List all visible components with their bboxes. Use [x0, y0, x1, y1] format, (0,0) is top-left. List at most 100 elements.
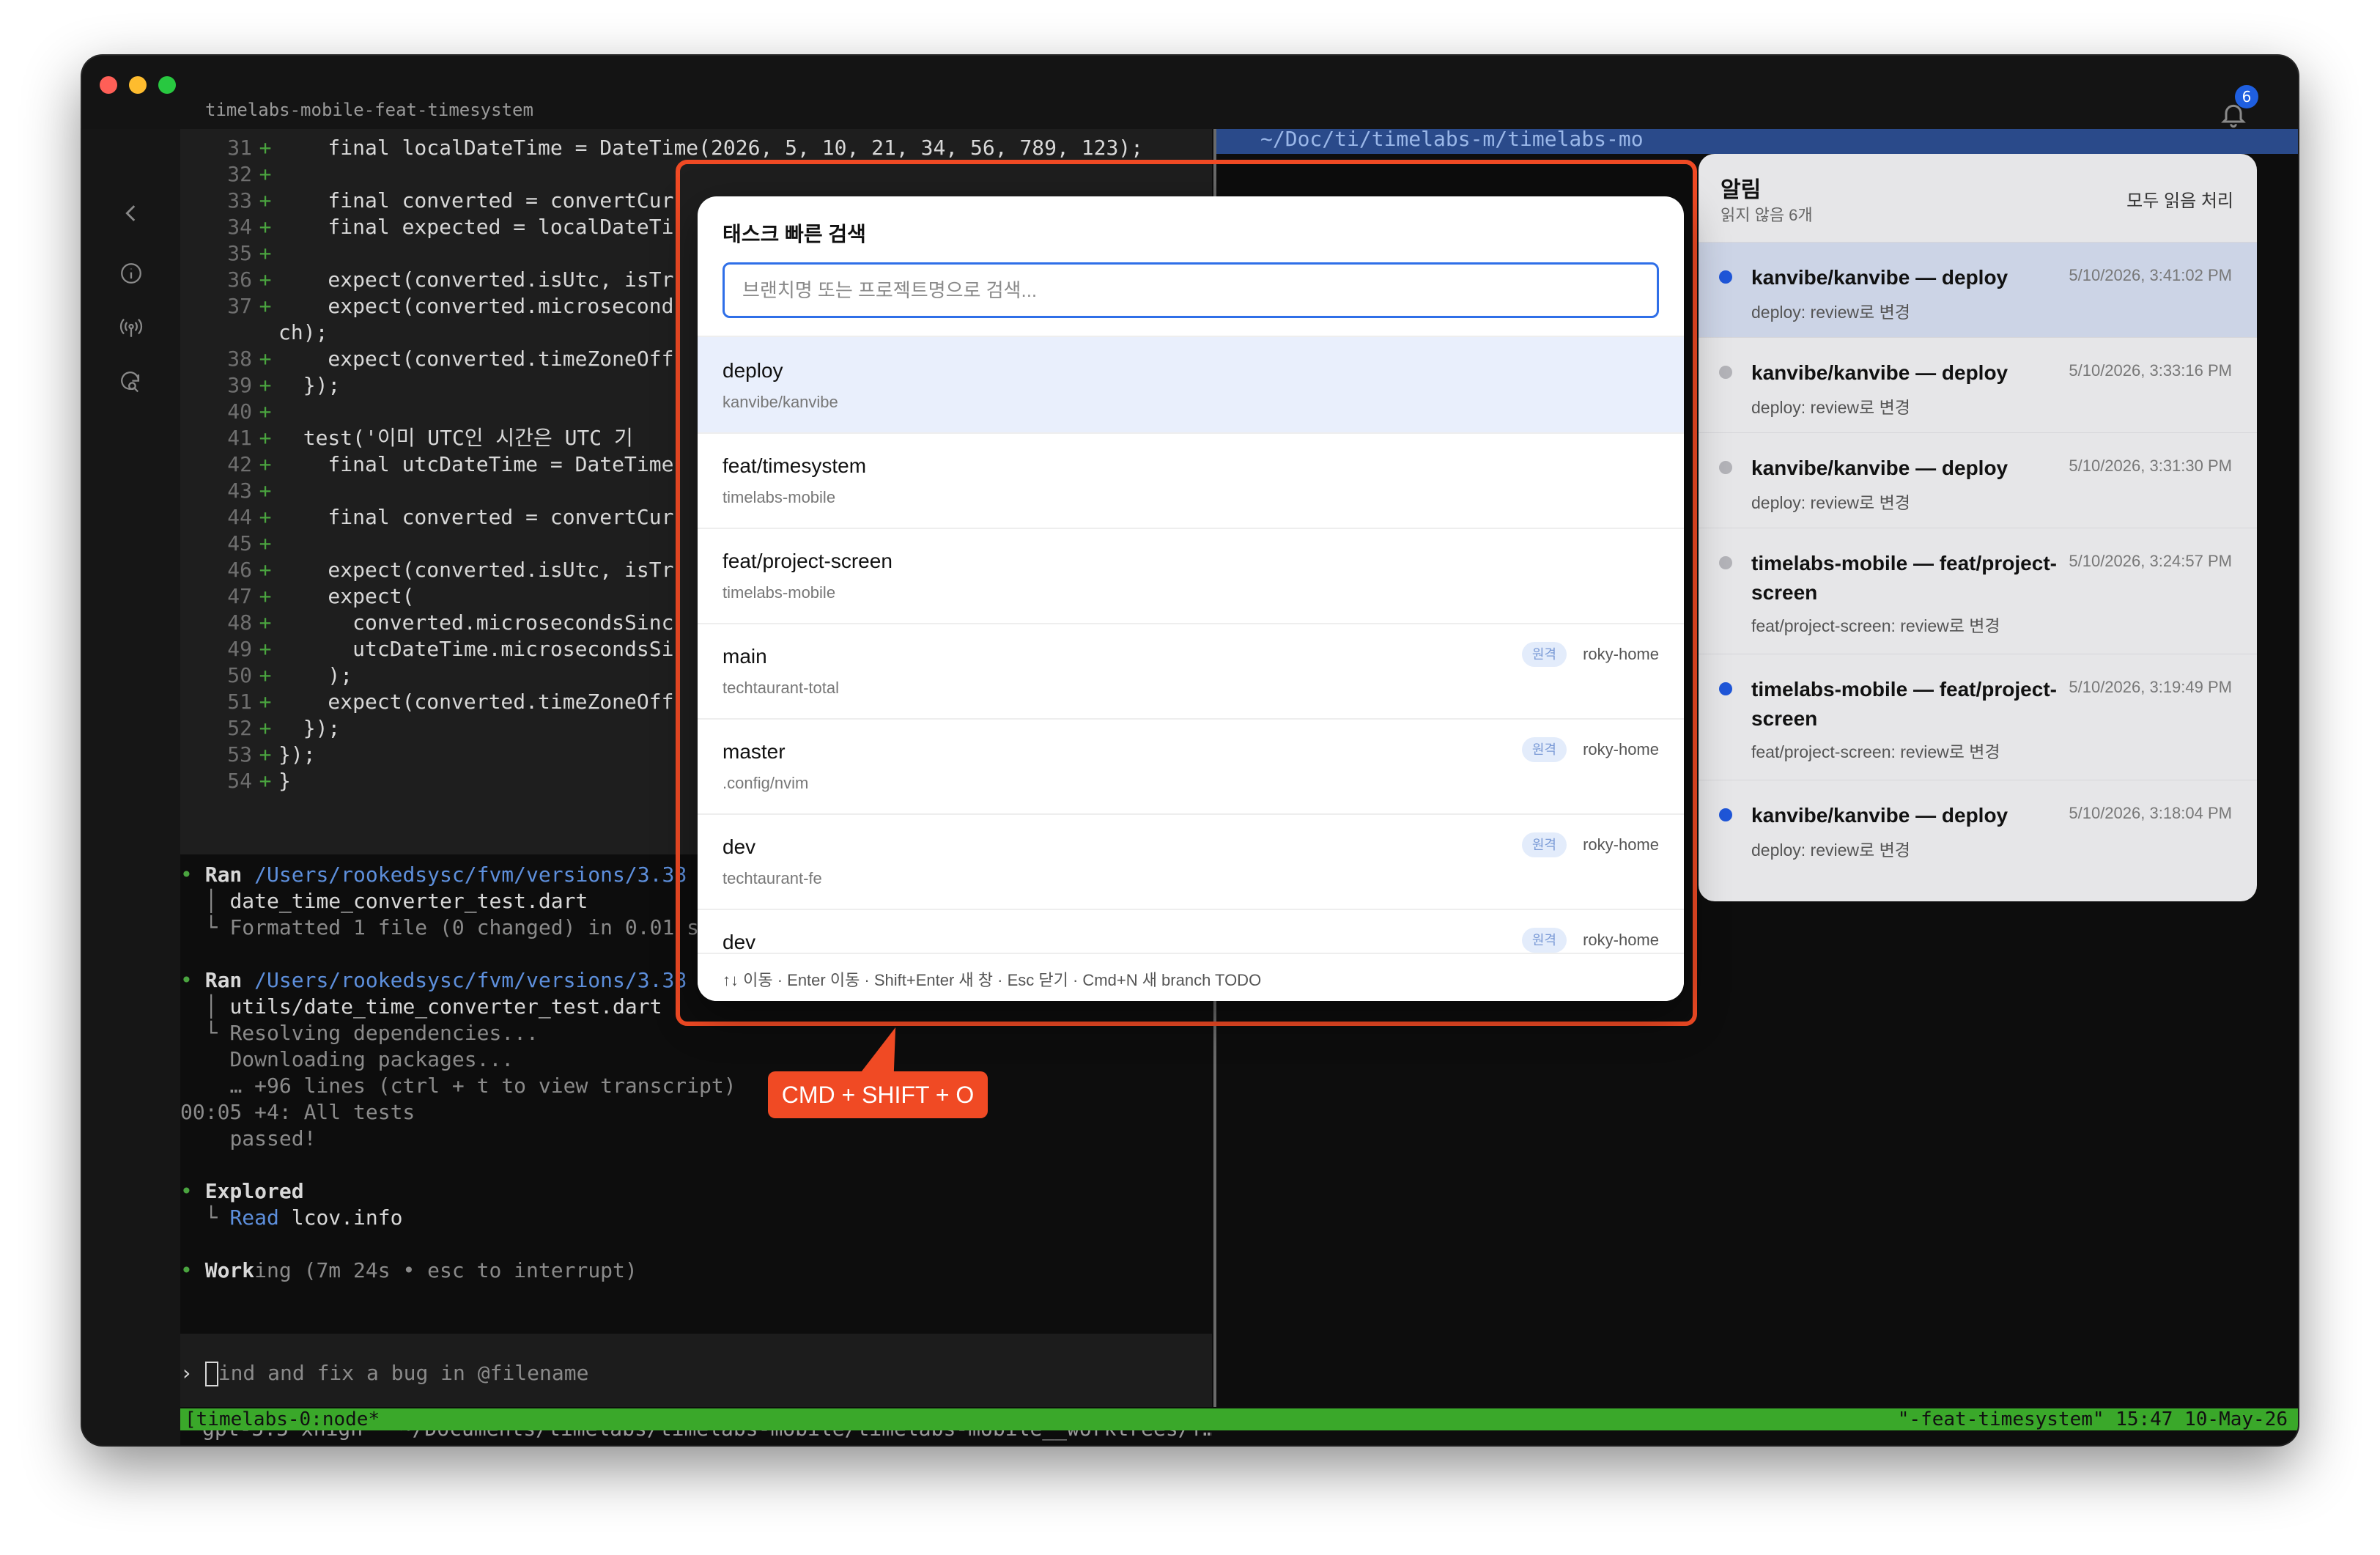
remote-host-name: roky-home	[1583, 645, 1659, 663]
notification-title: kanvibe/kanvibe — deploy	[1751, 804, 2008, 827]
close-window-button[interactable]	[100, 76, 117, 94]
result-project-name: techtaurant-total	[722, 679, 839, 697]
notification-time: 5/10/2026, 3:18:04 PM	[2069, 804, 2232, 822]
line-number: 54	[227, 769, 252, 793]
remote-host-name: roky-home	[1583, 931, 1659, 949]
code-text: utcDateTime.microsecondsSi	[278, 637, 674, 661]
notification-item[interactable]: kanvibe/kanvibe — deploy 5/10/2026, 3:31:…	[1699, 432, 2257, 528]
notification-time: 5/10/2026, 3:41:02 PM	[2069, 266, 2232, 284]
task-quick-search-dialog: 태스크 빠른 검색 deploy kanvibe/kanvibe feat/time…	[698, 196, 1684, 1001]
code-text: }	[278, 769, 291, 793]
notification-message: deploy: review로 변경	[1751, 398, 1910, 417]
line-number: 52	[227, 716, 252, 740]
result-branch-name: master	[722, 740, 786, 763]
unread-dot-icon	[1719, 461, 1732, 474]
unread-dot-icon	[1719, 270, 1732, 284]
notification-item[interactable]: kanvibe/kanvibe — deploy 5/10/2026, 3:18:…	[1699, 780, 2257, 876]
line-number: 38	[227, 347, 252, 371]
notification-count-badge: 6	[2235, 85, 2258, 108]
line-number: 35	[227, 241, 252, 265]
line-number: 39	[227, 373, 252, 397]
search-result-item[interactable]: main techtaurant-total 원격 roky-home	[698, 623, 1684, 720]
minimize-window-button[interactable]	[129, 76, 147, 94]
result-branch-name: feat/project-screen	[722, 550, 892, 572]
notification-time: 5/10/2026, 3:33:16 PM	[2069, 361, 2232, 380]
unread-dot-icon	[1719, 366, 1732, 379]
code-text: });	[278, 373, 341, 397]
line-number: 33	[227, 188, 252, 213]
unread-summary: 읽지 않음 6개	[1721, 206, 1813, 224]
line-number: 50	[227, 663, 252, 687]
shell-prompt-header: ~/Doc/ti/timelabs-m/timelabs-mo	[1216, 129, 2298, 154]
notification-panel: 알림 읽지 않음 6개 모두 읽음 처리 kanvibe/kanvibe — d…	[1699, 154, 2257, 901]
search-result-item[interactable]: dev techtaurant-fe 원격 roky-home	[698, 813, 1684, 910]
code-text: expect(converted.timeZoneOff	[278, 690, 674, 714]
unread-dot-icon	[1719, 556, 1732, 569]
notification-time: 5/10/2026, 3:31:30 PM	[2069, 457, 2232, 475]
result-branch-name: dev	[722, 835, 756, 858]
line-number: 32	[227, 162, 252, 186]
notification-time: 5/10/2026, 3:24:57 PM	[2069, 552, 2232, 570]
notification-item[interactable]: timelabs-mobile — feat/project-screen 5/1…	[1699, 654, 2257, 780]
broadcast-icon[interactable]	[119, 315, 144, 340]
line-number: 34	[227, 215, 252, 239]
line-number: 40	[227, 399, 252, 424]
search-result-item[interactable]: feat/timesystem timelabs-mobile	[698, 432, 1684, 529]
chevron-left-icon[interactable]	[119, 201, 144, 226]
code-text: final localDateTime = DateTime(2026, 5, …	[278, 136, 1144, 160]
prompt-input[interactable]: › ind and fix a bug in @filename	[180, 1360, 588, 1386]
notification-message: feat/project-screen: review로 변경	[1751, 616, 2000, 635]
code-text: final converted = convertCur	[278, 505, 674, 529]
line-number: 49	[227, 637, 252, 661]
line-number: 43	[227, 479, 252, 503]
code-text: expect(converted.timeZoneOff	[278, 347, 674, 371]
tmux-status-bar: [timelabs-0:node* "-feat-timesystem" 15:…	[180, 1408, 2298, 1430]
result-branch-name: dev	[722, 931, 756, 953]
result-branch-name: deploy	[722, 359, 783, 382]
unread-dot-icon	[1719, 808, 1732, 821]
line-number: 46	[227, 558, 252, 582]
notification-title: kanvibe/kanvibe — deploy	[1751, 266, 2008, 289]
remote-host-name: roky-home	[1583, 740, 1659, 758]
zoom-window-button[interactable]	[158, 76, 176, 94]
search-result-item[interactable]: feat/project-screen timelabs-mobile	[698, 528, 1684, 624]
code-text: final expected = localDateTi	[278, 215, 674, 239]
code-text: final converted = convertCur	[278, 188, 674, 213]
result-project-name: timelabs-mobile	[722, 583, 836, 602]
task-search-input[interactable]	[722, 262, 1659, 318]
unread-dot-icon	[1719, 682, 1732, 695]
search-result-item[interactable]: master .config/nvim 원격 roky-home	[698, 718, 1684, 815]
line-number: 36	[227, 267, 252, 292]
line-number: 47	[227, 584, 252, 608]
info-icon[interactable]	[119, 261, 144, 286]
keyboard-hints: ↑↓ 이동 · Enter 이동 · Shift+Enter 새 창 · Esc…	[698, 953, 1684, 1001]
code-text: expect(	[278, 584, 415, 608]
result-project-name: timelabs-mobile	[722, 488, 836, 506]
notification-message: deploy: review로 변경	[1751, 493, 1910, 512]
line-number: 48	[227, 610, 252, 635]
search-result-item[interactable]: dev 원격 roky-home	[698, 909, 1684, 954]
notification-title: kanvibe/kanvibe — deploy	[1751, 457, 2008, 479]
line-number: 44	[227, 505, 252, 529]
result-project-name: .config/nvim	[722, 774, 809, 792]
code-text: converted.microsecondsSinc	[278, 610, 674, 635]
line-number: 37	[227, 294, 252, 318]
notification-panel-title: 알림	[1721, 178, 1762, 202]
dialog-title: 태스크 빠른 검색	[722, 223, 866, 245]
notification-item[interactable]: kanvibe/kanvibe — deploy 5/10/2026, 3:41:…	[1699, 242, 2257, 338]
notification-title: kanvibe/kanvibe — deploy	[1751, 361, 2008, 384]
notification-item[interactable]: timelabs-mobile — feat/project-screen 5/1…	[1699, 528, 2257, 654]
diff-line: 31 + final localDateTime = DateTime(2026,…	[180, 135, 1206, 161]
notification-item[interactable]: kanvibe/kanvibe — deploy 5/10/2026, 3:33:…	[1699, 337, 2257, 433]
code-text: ch);	[278, 320, 328, 344]
mark-all-read-button[interactable]: 모두 읽음 처리	[2126, 186, 2233, 212]
result-branch-name: main	[722, 645, 767, 668]
line-number: 41	[227, 426, 252, 450]
notification-title: timelabs-mobile — feat/project-screen	[1751, 552, 2057, 604]
line-number: 31	[227, 136, 252, 160]
code-text: final utcDateTime = DateTime	[278, 452, 674, 476]
search-result-item[interactable]: deploy kanvibe/kanvibe	[698, 337, 1684, 434]
text-cursor	[204, 1362, 218, 1386]
result-project-name: techtaurant-fe	[722, 869, 822, 887]
search-refresh-icon[interactable]	[119, 369, 144, 394]
